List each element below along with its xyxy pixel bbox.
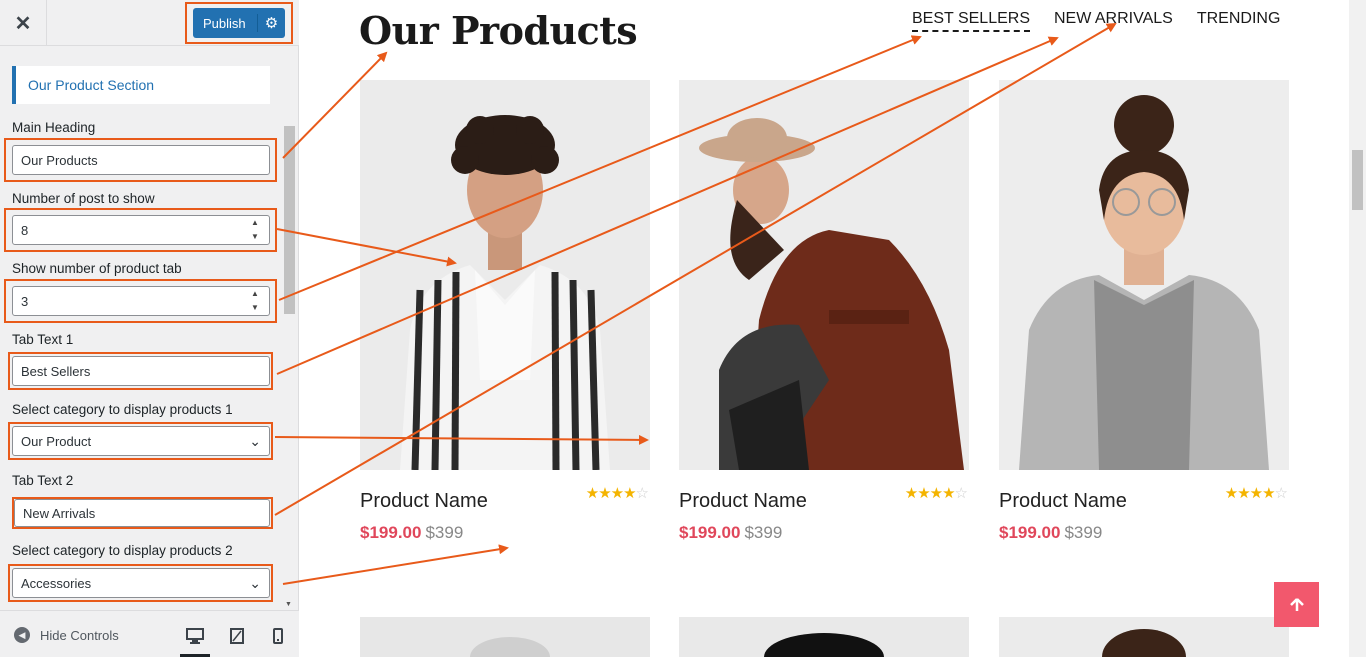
page-scroll-thumb[interactable] <box>1352 150 1363 210</box>
regular-price: $399 <box>744 523 783 542</box>
tab-text-2-input[interactable]: New Arrivals <box>14 499 270 527</box>
gear-icon[interactable]: ⚙ <box>257 14 285 32</box>
customizer-footer: ◀ Hide Controls <box>0 610 299 657</box>
product-card[interactable]: Product Name ★★★★☆ $199.00 $399 <box>679 80 969 542</box>
regular-price: $399 <box>1064 523 1103 542</box>
product-name[interactable]: Product Name <box>999 490 1127 513</box>
category-2-select[interactable]: Accessories ⌄ <box>12 568 270 598</box>
product-image[interactable] <box>679 617 969 657</box>
product-name[interactable]: Product Name <box>360 490 488 513</box>
close-icon[interactable]: ✕ <box>0 0 47 46</box>
hide-controls-label: Hide Controls <box>40 627 119 643</box>
tablet-icon[interactable] <box>225 625 249 647</box>
product-image[interactable] <box>679 80 969 470</box>
tab-text-1-input[interactable]: Best Sellers <box>12 356 270 386</box>
scroll-down-icon[interactable]: ▼ <box>285 601 292 608</box>
tab-text-2-value: New Arrivals <box>23 505 96 521</box>
sidebar-scrollbar[interactable]: ▼ <box>283 126 296 610</box>
category-1-value: Our Product <box>21 433 92 449</box>
posts-count-label: Number of post to show <box>12 191 155 206</box>
main-heading-value: Our Products <box>21 152 98 168</box>
product-image[interactable] <box>360 617 650 657</box>
tab-best-sellers[interactable]: BEST SELLERS <box>912 10 1030 32</box>
customizer-sidebar: ✕ Publish ⚙ Our Product Section Main Hea… <box>0 0 299 657</box>
category-2-value: Accessories <box>21 575 92 591</box>
rating-stars: ★★★★☆ <box>585 485 649 502</box>
sale-price: $199.00 <box>999 523 1061 542</box>
tab-trending[interactable]: TRENDING <box>1197 10 1281 32</box>
section-heading: Our Products <box>359 8 638 53</box>
product-price: $199.00 $399 <box>679 523 782 543</box>
product-card[interactable]: Product Name ★★★★☆ $199.00 $399 <box>360 80 650 542</box>
posts-count-input[interactable]: 8 ▲ ▼ <box>12 215 270 245</box>
chevron-down-icon: ⌄ <box>249 433 261 449</box>
tab-count-label: Show number of product tab <box>12 261 182 276</box>
site-preview: Our Products BEST SELLERS NEW ARRIVALS T… <box>300 0 1349 657</box>
mobile-icon[interactable] <box>266 625 290 647</box>
regular-price: $399 <box>425 523 464 542</box>
sidebar-scroll-thumb[interactable] <box>284 126 295 314</box>
rating-stars: ★★★★☆ <box>1224 485 1288 502</box>
spinner-icon[interactable]: ▲ ▼ <box>249 218 261 242</box>
desktop-icon[interactable] <box>180 625 210 657</box>
sale-price: $199.00 <box>679 523 741 542</box>
customizer-header: ✕ Publish ⚙ <box>0 0 299 46</box>
chevron-down-icon: ⌄ <box>249 575 261 591</box>
customizer-screen: ✕ Publish ⚙ Our Product Section Main Hea… <box>0 0 1366 657</box>
rating-stars: ★★★★☆ <box>904 485 968 502</box>
tab-text-1-value: Best Sellers <box>21 363 91 379</box>
product-price: $199.00 $399 <box>999 523 1102 543</box>
product-image[interactable] <box>999 80 1289 470</box>
product-image[interactable] <box>999 617 1289 657</box>
tab-count-value: 3 <box>21 293 29 309</box>
publish-highlight: Publish ⚙ <box>185 2 293 44</box>
section-title: Our Product Section <box>12 66 270 104</box>
product-card[interactable]: Product Name ★★★★☆ $199.00 $399 <box>999 80 1289 542</box>
main-heading-input[interactable]: Our Products <box>12 145 270 175</box>
posts-count-value: 8 <box>21 222 29 238</box>
product-name[interactable]: Product Name <box>679 490 807 513</box>
publish-label: Publish <box>203 15 246 31</box>
tab-text-1-label: Tab Text 1 <box>12 332 74 347</box>
category-1-select[interactable]: Our Product ⌄ <box>12 426 270 456</box>
publish-button[interactable]: Publish ⚙ <box>193 8 285 38</box>
hide-controls-button[interactable]: ◀ Hide Controls <box>14 627 119 643</box>
main-heading-label: Main Heading <box>12 120 96 135</box>
product-image[interactable] <box>360 80 650 470</box>
tab-text-2-label: Tab Text 2 <box>12 473 74 488</box>
sale-price: $199.00 <box>360 523 422 542</box>
tab-count-input[interactable]: 3 ▲ ▼ <box>12 286 270 316</box>
product-tabs: BEST SELLERS NEW ARRIVALS TRENDING <box>912 10 1280 32</box>
category-1-label: Select category to display products 1 <box>12 402 233 417</box>
arrow-up-icon[interactable] <box>1274 582 1319 627</box>
tab-new-arrivals[interactable]: NEW ARRIVALS <box>1054 10 1173 32</box>
page-scrollbar[interactable] <box>1349 0 1366 657</box>
hide-controls-icon: ◀ <box>14 627 30 643</box>
product-price: $199.00 $399 <box>360 523 463 543</box>
category-2-label: Select category to display products 2 <box>12 543 233 558</box>
spinner-icon[interactable]: ▲ ▼ <box>249 289 261 313</box>
